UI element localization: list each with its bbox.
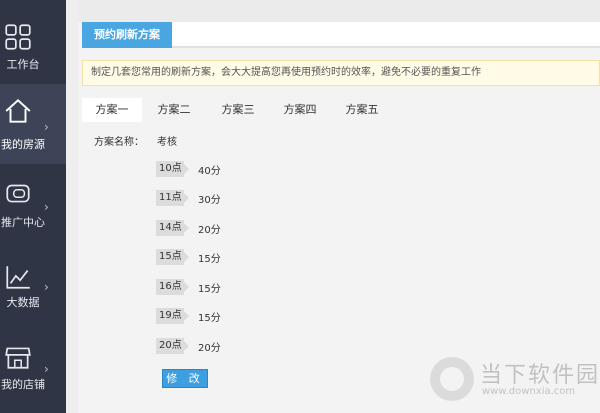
promo-icon: [6, 184, 30, 203]
tab-plan-3[interactable]: 方案三: [208, 98, 268, 122]
minute-value: 30分: [198, 195, 221, 206]
minute-value: 40分: [198, 166, 221, 177]
watermark: 当下软件园 www.downxia.com: [428, 355, 600, 407]
watermark-text: 当下软件园: [480, 363, 600, 388]
hour-tag: 20点: [156, 338, 189, 354]
main-panel: 预约刷新方案 制定几套您常用的刷新方案，会大大提高您再使用预约时的效率，避免不必…: [78, 0, 600, 413]
minute-value: 20分: [198, 225, 221, 236]
tab-plan-4[interactable]: 方案四: [270, 98, 330, 122]
sidebar-item-big-data[interactable]: 大数据 ›: [0, 258, 66, 318]
notice-banner: 制定几套您常用的刷新方案，会大大提高您再使用预约时的效率，避免不必要的重复工作: [82, 60, 600, 86]
watermark-logo-icon: [430, 357, 474, 401]
hour-tag: 14点: [156, 220, 189, 236]
minute-value: 15分: [198, 284, 221, 295]
hour-tag: 19点: [156, 308, 189, 324]
modify-button[interactable]: 修 改: [162, 369, 208, 388]
sidebar: 工作台 我的房源 › 推广中心 › 大数据 › 我的店铺 ›: [0, 0, 66, 413]
sidebar-item-label: 推广中心: [1, 216, 45, 229]
chevron-right-icon: ›: [44, 200, 49, 214]
tab-plan-5[interactable]: 方案五: [332, 98, 392, 122]
tab-plan-2[interactable]: 方案二: [144, 98, 204, 122]
sidebar-item-workbench[interactable]: 工作台: [0, 18, 66, 78]
hour-tag: 10点: [156, 161, 189, 177]
sidebar-item-promotion[interactable]: 推广中心 ›: [0, 172, 66, 242]
sidebar-item-label: 我的店铺: [1, 378, 45, 391]
chevron-right-icon: ›: [44, 362, 49, 376]
plan-tabs: 方案一 方案二 方案三 方案四 方案五: [82, 98, 600, 122]
sidebar-item-label: 工作台: [6, 58, 40, 71]
grid-icon: [5, 24, 31, 50]
hour-tag: 16点: [156, 279, 189, 295]
section-header: 预约刷新方案: [82, 22, 600, 48]
tab-plan-1[interactable]: 方案一: [82, 98, 142, 122]
chevron-right-icon: ›: [44, 120, 49, 134]
minute-value: 15分: [198, 254, 221, 265]
page-title: 预约刷新方案: [82, 22, 172, 48]
shop-icon: [5, 347, 31, 369]
top-strip: [78, 0, 600, 22]
sidebar-item-label: 我的房源: [1, 138, 45, 151]
sidebar-item-my-shop[interactable]: 我的店铺 ›: [0, 340, 66, 400]
hour-tag: 15点: [156, 249, 189, 265]
minute-value: 15分: [198, 313, 221, 324]
sidebar-item-my-listings[interactable]: 我的房源 ›: [0, 84, 66, 164]
plan-name-value: 考核: [157, 137, 177, 148]
watermark-url: www.downxia.com: [482, 386, 576, 397]
minute-value: 20分: [198, 343, 221, 354]
plan-name-label: 方案名称：: [94, 137, 144, 148]
sidebar-item-label: 大数据: [6, 296, 40, 309]
chart-icon: [6, 266, 30, 289]
hour-tag: 11点: [156, 190, 189, 206]
chevron-right-icon: ›: [44, 280, 49, 294]
home-icon: [5, 98, 31, 123]
